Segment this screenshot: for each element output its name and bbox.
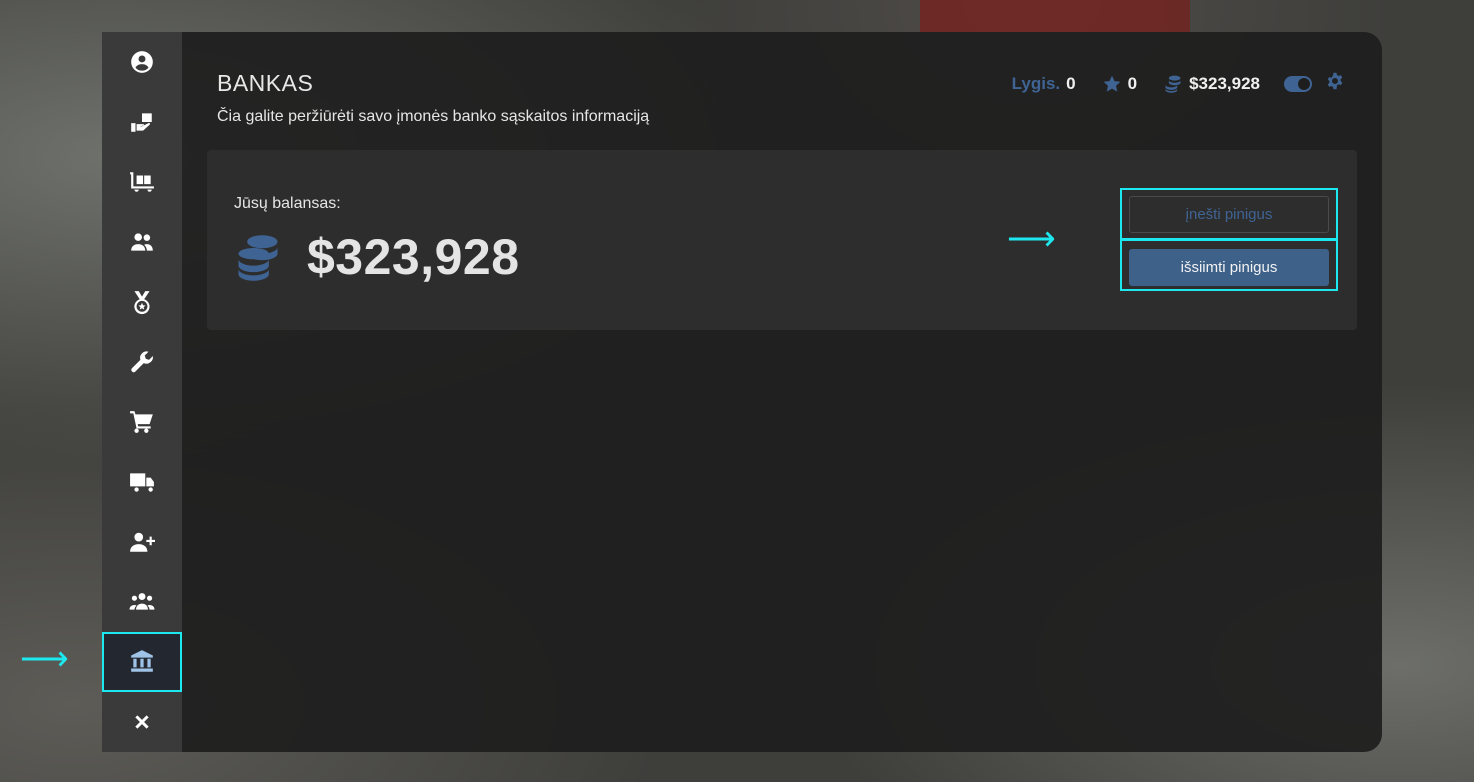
sidebar-item-bank[interactable]	[102, 632, 182, 692]
shopping-cart-icon	[130, 411, 153, 433]
money-stat: $323,928	[1163, 74, 1260, 94]
level-stat: Lygis. 0	[1012, 74, 1076, 94]
users-icon	[131, 233, 153, 251]
withdraw-highlight: išsiimti pinigus	[1120, 238, 1338, 291]
main-panel: BANKAS Čia galite peržiūrėti savo įmonės…	[182, 32, 1382, 752]
deposit-button[interactable]: įnešti pinigus	[1129, 196, 1329, 233]
balance-label: Jūsų balansas:	[234, 195, 341, 212]
sidebar-item-employees[interactable]	[102, 212, 182, 272]
stats-bar: Lygis. 0 0 $323,928	[1012, 72, 1344, 95]
medal-icon	[134, 291, 150, 315]
level-value: 0	[1066, 73, 1076, 93]
background-decoration	[920, 0, 1190, 32]
close-icon	[135, 715, 149, 729]
coins-stack-icon	[232, 232, 284, 289]
stars-stat: 0	[1102, 74, 1137, 94]
withdraw-button[interactable]: išsiimti pinigus	[1129, 249, 1329, 286]
theme-toggle[interactable]	[1284, 75, 1312, 92]
dolly-flatbed-icon	[130, 172, 154, 192]
truck-icon	[130, 473, 154, 492]
pointer-arrow-icon: ⟶	[1007, 220, 1056, 258]
sidebar-item-inventory[interactable]	[102, 152, 182, 212]
sidebar-item-shop[interactable]	[102, 392, 182, 452]
users-group-icon	[129, 593, 155, 610]
balance-card: Jūsų balansas: $323,928 ⟶ įnešti pinigus…	[207, 150, 1357, 330]
sidebar-item-achievements[interactable]	[102, 272, 182, 332]
pointer-arrow-icon: ⟶	[20, 640, 69, 678]
money-value: $323,928	[1189, 73, 1260, 93]
wrench-icon	[131, 351, 153, 373]
coins-icon	[1165, 75, 1181, 93]
sidebar-item-profile[interactable]	[102, 32, 182, 92]
page-subtitle: Čia galite peržiūrėti savo įmonės banko …	[217, 108, 650, 125]
user-circle-icon	[131, 51, 153, 73]
star-icon	[1103, 75, 1120, 92]
level-label: Lygis.	[1011, 73, 1061, 93]
sidebar-item-team[interactable]	[102, 572, 182, 632]
balance-amount: $323,928	[307, 229, 520, 285]
page-title: BANKAS	[217, 70, 314, 96]
sidebar-item-deliveries[interactable]	[102, 92, 182, 152]
sidebar-item-upgrades[interactable]	[102, 332, 182, 392]
gear-icon	[1327, 72, 1343, 90]
bank-icon	[131, 650, 153, 672]
sidebar-item-vehicles[interactable]	[102, 452, 182, 512]
user-plus-icon	[130, 532, 155, 552]
deposit-highlight: įnešti pinigus	[1120, 188, 1338, 241]
sidebar-item-close[interactable]	[102, 692, 182, 752]
hand-truck-icon	[131, 113, 152, 132]
settings-button[interactable]	[1326, 72, 1344, 95]
stars-value: 0	[1127, 73, 1138, 93]
sidebar-item-hire[interactable]	[102, 512, 182, 572]
sidebar	[102, 32, 182, 752]
